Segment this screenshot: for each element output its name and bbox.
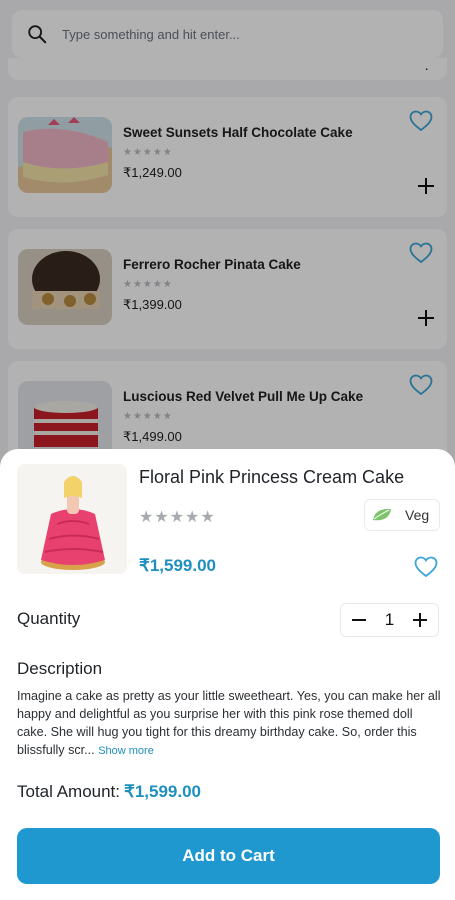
product-title: Floral Pink Princess Cream Cake [139,467,405,487]
rating-stars: ★★★★★ [139,509,216,526]
add-to-cart-button[interactable]: Add to Cart [17,828,440,884]
veg-label: Veg [405,507,430,523]
product-price: ₹1,599.00 [139,556,216,575]
description-heading: Description [17,659,103,678]
quantity-label: Quantity [17,609,81,628]
heart-icon[interactable] [414,556,438,578]
minus-icon[interactable] [351,612,367,628]
total-amount: Total Amount: ₹1,599.00 [17,782,201,802]
veg-leaf-icon [373,508,391,521]
total-label: Total Amount: [17,782,121,801]
total-value: ₹1,599.00 [124,782,202,801]
veg-badge: Veg [364,499,440,531]
quantity-value: 1 [384,610,395,629]
plus-icon[interactable] [412,612,428,628]
description-body: Imagine a cake as pretty as your little … [17,689,441,757]
product-image [17,464,127,574]
show-more-link[interactable]: Show more [98,745,154,757]
quantity-stepper[interactable]: 1 [340,603,439,637]
product-detail-sheet: Floral Pink Princess Cream Cake ★★★★★ Ve… [0,449,455,900]
description-text: Imagine a cake as pretty as your little … [17,687,442,760]
